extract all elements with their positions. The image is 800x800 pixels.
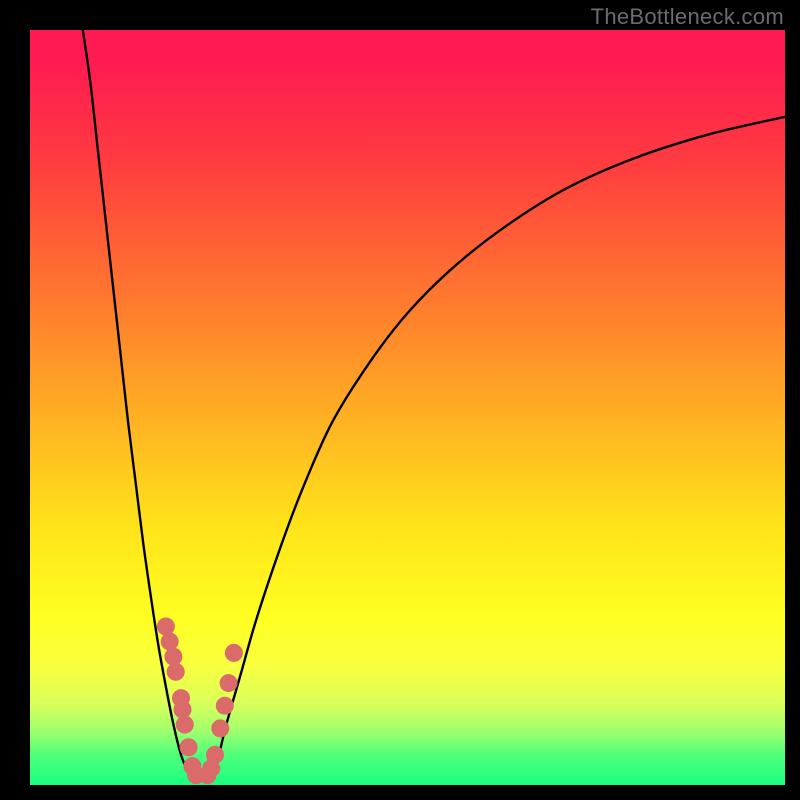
data-point-marker [174,701,192,719]
data-point-marker [167,663,185,681]
data-point-marker [176,716,194,734]
watermark-text: TheBottleneck.com [591,4,784,30]
data-point-marker [157,617,175,635]
plot-area [30,30,785,785]
data-point-marker [161,633,179,651]
curve-right-branch [211,117,785,774]
chart-frame: TheBottleneck.com [0,0,800,800]
chart-svg [30,30,785,785]
data-point-marker [220,674,238,692]
data-point-marker [164,648,182,666]
data-point-marker [225,644,243,662]
data-point-marker [216,697,234,715]
data-point-marker [206,746,224,764]
data-point-marker [180,738,198,756]
data-point-marker [211,719,229,737]
